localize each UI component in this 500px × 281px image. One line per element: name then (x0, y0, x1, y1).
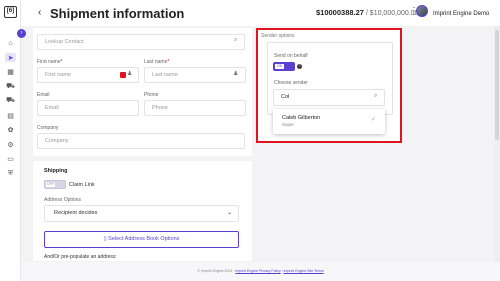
sender-options-highlight: Sender options Send on behalf ON ? Choos… (256, 28, 402, 143)
send-on-behalf-toggle[interactable]: ON (273, 62, 295, 71)
phone-field[interactable]: Phone (144, 100, 246, 116)
user-name[interactable]: Imprint Engine Demo (433, 11, 489, 17)
truck-icon[interactable]: ⛟ (5, 82, 16, 91)
clipboard-icon: ▯ (103, 236, 107, 242)
contact-card: Lookup Contact ⌕ First name* First name … (33, 28, 252, 156)
autofill-key-icon[interactable] (120, 72, 126, 78)
send-icon[interactable]: ➤ (5, 53, 16, 62)
chevron-down-icon: ⌄ (227, 210, 233, 216)
toggle-state: OFF (46, 182, 55, 187)
prepopulate-text: And/Or pre-populate an address: (44, 254, 117, 260)
gift-icon[interactable]: ✿ (5, 125, 16, 134)
search-icon: ⌕ (374, 93, 378, 99)
balance: $10000388.27 / $10,000,000.00 (316, 8, 418, 17)
sender-option-role: Super (282, 122, 295, 127)
shipping-heading: Shipping (44, 168, 68, 174)
sender-options-heading: Sender options (261, 33, 295, 39)
toggle-state: ON (275, 64, 284, 69)
phone-label: Phone (144, 92, 159, 98)
search-icon: ⌕ (234, 37, 238, 43)
page-title: Shipment information (50, 6, 185, 21)
email-label: Email (37, 92, 50, 98)
person-icon: ♟ (127, 71, 133, 77)
person-icon: ♟ (233, 71, 239, 77)
app-logo[interactable]: [6] (4, 6, 17, 18)
last-name-label: Last name* (144, 59, 170, 65)
claim-link-toggle[interactable]: OFF (44, 180, 66, 189)
sender-dropdown-option[interactable]: Caleb Gilberton Super ✓ (273, 109, 385, 134)
privacy-policy-link[interactable]: Imprint Engine Privacy Policy (235, 269, 280, 273)
scrollbar-thumb[interactable] (495, 30, 499, 140)
scrollbar[interactable] (494, 26, 500, 262)
sidebar-collapse-button[interactable]: › (17, 29, 26, 38)
first-name-label: First name* (37, 59, 63, 65)
claim-link-label: Claim Link (69, 182, 95, 188)
back-arrow-icon[interactable]: ‹ (38, 7, 41, 18)
clipboard-icon[interactable]: ▤ (5, 111, 16, 120)
address-options-label: Address Options (44, 197, 81, 203)
settings-icon[interactable]: ⚙ (5, 140, 16, 149)
company-label: Company (37, 125, 59, 131)
select-address-book-button[interactable]: ▯ Select Address Book Options (44, 231, 239, 248)
check-icon: ✓ (371, 117, 377, 123)
sidebar: [6] ⌂ ➤ ▦ ⛟ ⛟ ▤ ✿ ⚙ ▭ ⛨ (0, 0, 21, 281)
site-terms-link[interactable]: Imprint Engine Site Terms (284, 269, 324, 273)
company-field[interactable]: Company (37, 133, 245, 149)
shield-icon[interactable]: ⛨ (5, 169, 16, 178)
avatar[interactable] (416, 5, 428, 17)
home-icon[interactable]: ⌂ (5, 39, 16, 48)
footer-copyright: © Imprint Engine 2024 · (197, 269, 235, 273)
truck-fast-icon[interactable]: ⛟ (5, 96, 16, 105)
footer: © Imprint Engine 2024 · Imprint Engine P… (21, 262, 500, 281)
address-book-button-label: Select Address Book Options (108, 236, 180, 242)
sender-option-name: Caleb Gilberton (282, 115, 321, 121)
choose-sender-label: Choose sender (274, 80, 308, 86)
lookup-contact-input[interactable]: Lookup Contact (37, 34, 245, 50)
address-options-select[interactable]: Recipient decides (44, 205, 239, 222)
boxes-icon[interactable]: ▦ (5, 67, 16, 76)
shipping-card: Shipping OFF Claim Link Address Options … (33, 161, 252, 261)
reports-icon[interactable]: ▭ (5, 154, 16, 163)
send-on-behalf-label: Send on behalf (274, 53, 308, 59)
email-field[interactable]: Email (37, 100, 139, 116)
last-name-field[interactable]: Last name (144, 67, 246, 83)
choose-sender-input[interactable]: Col (273, 89, 385, 106)
sender-options-box: Send on behalf ON ? Choose sender Col ⌕ (267, 42, 393, 115)
balance-amount: $10000388.27 (316, 8, 364, 17)
info-icon[interactable]: ? (297, 64, 302, 69)
